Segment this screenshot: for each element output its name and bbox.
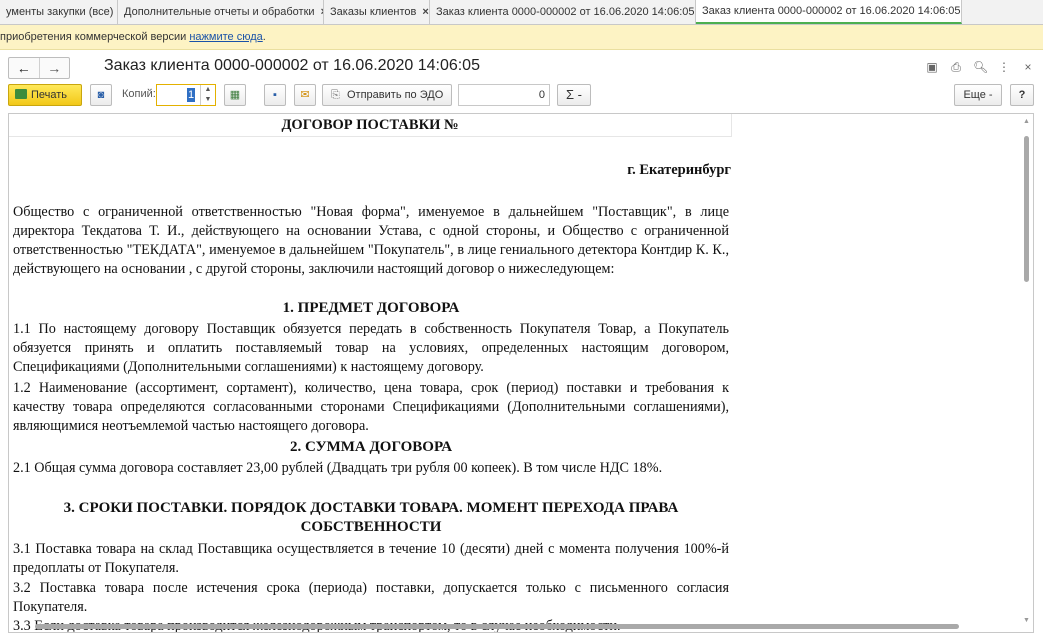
send-edo-label: Отправить по ЭДО <box>347 89 444 101</box>
banner-text: приобретения коммерческой версии <box>0 31 190 43</box>
email-button[interactable]: ✉ <box>294 84 316 106</box>
tab-purchase-docs[interactable]: ументы закупки (все)× <box>0 0 118 24</box>
forward-arrow-icon[interactable]: → <box>40 58 70 78</box>
section-3-title: 3. СРОКИ ПОСТАВКИ. ПОРЯДОК ДОСТАВКИ ТОВА… <box>63 500 679 516</box>
envelope-icon: ✉ <box>300 89 310 101</box>
more-button[interactable]: Еще - <box>954 84 1002 106</box>
vertical-scroll-thumb[interactable] <box>1024 136 1029 282</box>
scroll-up-icon[interactable]: ▲ <box>1023 118 1030 125</box>
copies-value[interactable]: 1 <box>187 88 195 102</box>
print-button[interactable]: Печать <box>8 84 82 106</box>
save-button[interactable]: ▪ <box>264 84 286 106</box>
tab-label: Заказы клиентов <box>330 6 417 18</box>
tab-label: Заказ клиента 0000-000002 от 16.06.2020 … <box>702 5 961 17</box>
paragraph-3-2: 3.2 Поставка товара после истечения срок… <box>13 580 729 615</box>
copies-label: Копий: <box>122 88 156 100</box>
copies-field[interactable]: 1 ▲ ▼ <box>156 84 216 106</box>
title-row: ← → Заказ клиента 0000-000002 от 16.06.2… <box>0 52 1043 82</box>
save-disk-icon[interactable]: ▣ <box>925 60 939 74</box>
tab-additional-reports[interactable]: Дополнительные отчеты и обработки× <box>118 0 324 24</box>
intro-paragraph: Общество с ограниченной ответственностью… <box>13 204 729 277</box>
paragraph-2-1: 2.1 Общая сумма договора составляет 23,0… <box>13 460 663 476</box>
grid-icon: ▦ <box>229 89 241 101</box>
document-city: г. Екатеринбург <box>627 162 731 178</box>
toolbar: Печать ◙ Копий: 1 ▲ ▼ ▦ ▪ ✉ ⎘ Отправить по… <box>0 84 1043 108</box>
section-1-title: 1. ПРЕДМЕТ ДОГОВОРА <box>282 300 460 316</box>
tab-customer-order-1[interactable]: Заказ клиента 0000-000002 от 16.06.2020 … <box>430 0 696 24</box>
more-vertical-icon[interactable]: ⋮ <box>997 60 1011 74</box>
banner-link[interactable]: нажмите сюда <box>189 31 262 43</box>
window-title: Заказ клиента 0000-000002 от 16.06.2020 … <box>104 57 480 74</box>
save-disk-icon: ▪ <box>273 89 277 101</box>
scroll-down-icon[interactable]: ▼ <box>1023 617 1030 624</box>
section-3-title-cont: СОБСТВЕННОСТИ <box>300 519 442 535</box>
tab-bar: ументы закупки (все)× Дополнительные отч… <box>0 0 1043 25</box>
printer-icon[interactable]: ⎙ <box>949 60 963 74</box>
preview-button[interactable]: ◙ <box>90 84 112 106</box>
sum-button[interactable]: Σ - <box>557 84 591 106</box>
horizontal-scroll-thumb[interactable] <box>35 624 959 629</box>
printer-icon <box>15 89 27 99</box>
horizontal-scrollbar[interactable] <box>29 624 1029 630</box>
print-label: Печать <box>31 89 68 101</box>
nav-buttons: ← → <box>8 57 70 79</box>
paragraph-1-1: 1.1 По настоящему договору Поставщик обя… <box>13 321 729 375</box>
banner-suffix: . <box>262 31 266 43</box>
close-icon[interactable]: × <box>1021 60 1035 74</box>
send-edo-button[interactable]: ⎘ Отправить по ЭДО <box>322 84 452 106</box>
window-icons: ▣ ⎙ 🔍︎ ⋮ × <box>925 60 1035 74</box>
close-icon[interactable]: × <box>422 0 428 24</box>
preview-icon[interactable]: 🔍︎ <box>973 60 988 74</box>
edo-icon: ⎘ <box>331 89 340 101</box>
info-banner: приобретения коммерческой версии нажмите… <box>0 25 1043 50</box>
tab-label: Дополнительные отчеты и обработки <box>124 6 315 18</box>
table-view-button[interactable]: ▦ <box>224 84 246 106</box>
document-view[interactable]: ДОГОВОР ПОСТАВКИ № г. Екатеринбург Общес… <box>8 113 1034 633</box>
spinner-icon[interactable]: ▲ ▼ <box>200 85 215 105</box>
section-2-title: 2. СУММА ДОГОВОРА <box>289 439 453 455</box>
paragraph-1-2: 1.2 Наименование (ассортимент, сортамент… <box>13 380 729 434</box>
back-arrow-icon[interactable]: ← <box>9 58 40 78</box>
paragraph-3-1: 3.1 Поставка товара на склад Поставщика … <box>13 541 729 576</box>
tab-label: ументы закупки (все) <box>6 6 114 18</box>
tab-label: Заказ клиента 0000-000002 от 16.06.2020 … <box>436 6 695 18</box>
help-button[interactable]: ? <box>1010 84 1034 106</box>
vertical-scrollbar[interactable]: ▲ ▼ <box>1023 118 1031 624</box>
sum-field[interactable]: 0 <box>458 84 550 106</box>
tab-customer-orders[interactable]: Заказы клиентов × <box>324 0 430 24</box>
magnifier-icon: ◙ <box>97 89 105 101</box>
tab-customer-order-2[interactable]: Заказ клиента 0000-000002 от 16.06.2020 … <box>696 0 962 24</box>
document-heading: ДОГОВОР ПОСТАВКИ № <box>9 114 732 137</box>
